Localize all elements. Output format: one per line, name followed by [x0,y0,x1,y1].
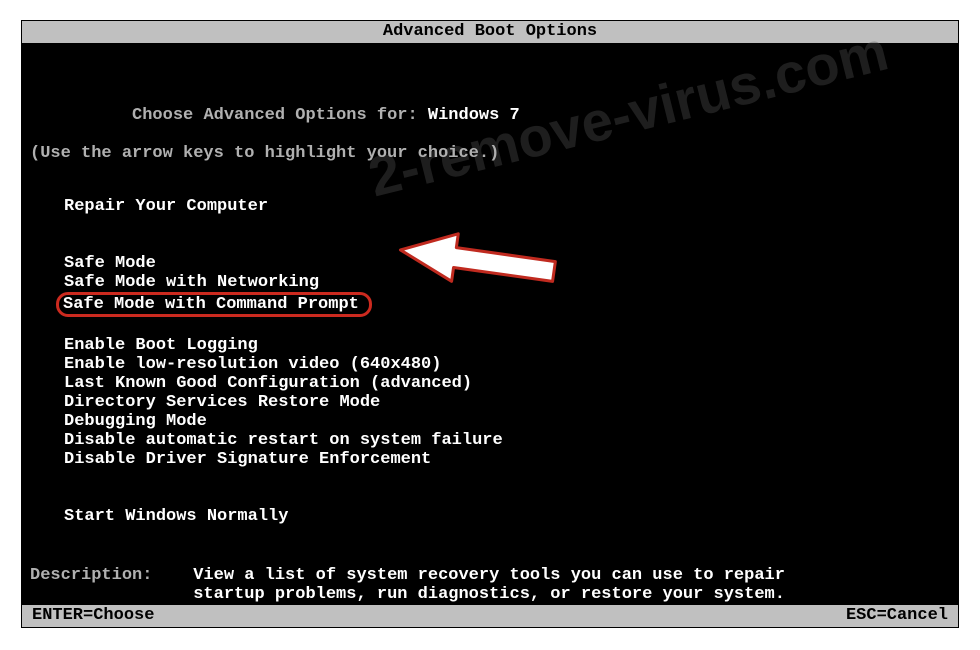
footer-esc: ESC=Cancel [846,605,948,627]
menu-item-lkgc[interactable]: Last Known Good Configuration (advanced) [60,374,476,393]
menu-item-disable-driver-sig[interactable]: Disable Driver Signature Enforcement [60,450,435,469]
menu-group-2: Enable Boot Logging Enable low-resolutio… [60,336,950,469]
footer-bar: ENTER=Choose ESC=Cancel [22,605,958,627]
intro-os: Windows 7 [428,106,520,125]
menu-group-1: Safe Mode Safe Mode with Networking Safe… [60,254,950,317]
boot-screen: 2-remove-virus.com Advanced Boot Options… [21,20,959,628]
description-block: Description: View a list of system recov… [30,566,950,604]
title-bar: Advanced Boot Options [22,21,958,43]
screen-body: Choose Advanced Options for: Windows 7 (… [30,43,950,605]
menu-item-repair[interactable]: Repair Your Computer [60,197,272,216]
menu-item-ds-restore[interactable]: Directory Services Restore Mode [60,393,384,412]
intro-hint: (Use the arrow keys to highlight your ch… [30,144,950,163]
menu-item-start-normally[interactable]: Start Windows Normally [60,507,292,526]
description-label: Description: [30,566,193,604]
menu-item-lowres[interactable]: Enable low-resolution video (640x480) [60,355,445,374]
menu-item-safe-mode-cmd[interactable]: Safe Mode with Command Prompt [56,292,372,317]
description-text: View a list of system recovery tools you… [193,566,833,604]
menu-item-disable-auto-restart[interactable]: Disable automatic restart on system fail… [60,431,507,450]
menu-group-0: Repair Your Computer [60,197,950,216]
menu-item-boot-logging[interactable]: Enable Boot Logging [60,336,262,355]
menu-group-3: Start Windows Normally [60,507,950,526]
intro-prefix: Choose Advanced Options for: [132,106,428,125]
menu-item-debugging[interactable]: Debugging Mode [60,412,211,431]
menu-item-safe-mode[interactable]: Safe Mode [60,254,160,273]
page-title: Advanced Boot Options [383,22,597,41]
intro-block: Choose Advanced Options for: Windows 7 (… [30,87,950,163]
footer-enter: ENTER=Choose [32,605,154,627]
menu-item-safe-mode-networking[interactable]: Safe Mode with Networking [60,273,323,292]
